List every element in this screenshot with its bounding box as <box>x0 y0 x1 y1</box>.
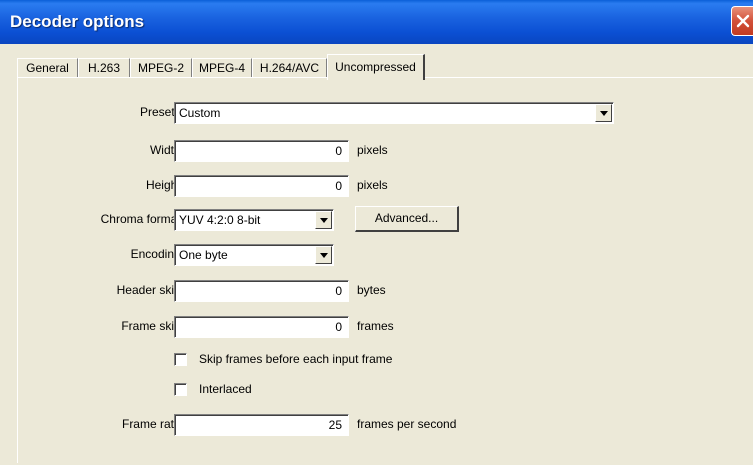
chevron-down-icon <box>320 218 328 223</box>
advanced-button[interactable]: Advanced... <box>355 206 459 232</box>
title-bar[interactable]: Decoder options <box>0 0 753 44</box>
header-skip-input[interactable]: 0 <box>174 280 349 302</box>
interlaced-label[interactable]: Interlaced <box>199 382 252 396</box>
tab-h263[interactable]: H.263 <box>78 58 130 78</box>
dialog-body: General H.263 MPEG-2 MPEG-4 H.264/AVC Un… <box>0 44 753 465</box>
tab-mpeg4[interactable]: MPEG-4 <box>192 58 252 78</box>
frame-rate-unit: frames per second <box>357 417 457 431</box>
encoding-dropdown[interactable]: One byte <box>174 244 334 266</box>
tab-mpeg2[interactable]: MPEG-2 <box>130 58 192 78</box>
chroma-dropdown-button[interactable] <box>315 211 332 229</box>
width-unit: pixels <box>357 143 388 157</box>
tab-h264-avc[interactable]: H.264/AVC <box>252 58 327 78</box>
presets-dropdown-button[interactable] <box>595 104 612 122</box>
header-skip-value: 0 <box>335 284 342 298</box>
frame-skip-unit: frames <box>357 319 394 333</box>
width-input[interactable]: 0 <box>174 140 349 162</box>
skip-frames-checkbox[interactable] <box>174 353 187 366</box>
chroma-format-value: YUV 4:2:0 8-bit <box>179 213 261 227</box>
frame-rate-input[interactable]: 25 <box>174 414 349 436</box>
frame-skip-input[interactable]: 0 <box>174 316 349 338</box>
height-unit: pixels <box>357 178 388 192</box>
close-icon <box>736 14 750 28</box>
close-button[interactable] <box>731 6 753 36</box>
frame-rate-value: 25 <box>328 418 342 432</box>
height-value: 0 <box>335 179 342 193</box>
chevron-down-icon <box>320 253 328 258</box>
encoding-dropdown-button[interactable] <box>315 246 332 264</box>
header-skip-unit: bytes <box>357 283 386 297</box>
presets-dropdown[interactable]: Custom <box>174 102 614 124</box>
encoding-value: One byte <box>179 248 228 262</box>
tab-general[interactable]: General <box>17 58 78 78</box>
width-value: 0 <box>335 144 342 158</box>
chroma-format-dropdown[interactable]: YUV 4:2:0 8-bit <box>174 209 334 231</box>
presets-value: Custom <box>179 106 221 120</box>
frame-skip-value: 0 <box>335 320 342 334</box>
uncompressed-panel: Presets: Custom Width: 0 pixels Height: … <box>17 77 753 463</box>
chevron-down-icon <box>600 111 608 116</box>
skip-frames-label[interactable]: Skip frames before each input frame <box>199 352 392 366</box>
decoder-options-dialog: Decoder options General H.263 MPEG-2 MPE… <box>0 0 753 465</box>
window-title: Decoder options <box>10 12 145 31</box>
interlaced-checkbox[interactable] <box>174 383 187 396</box>
chroma-format-label: Chroma format: <box>100 212 184 226</box>
height-input[interactable]: 0 <box>174 175 349 197</box>
tab-uncompressed[interactable]: Uncompressed <box>327 54 425 80</box>
